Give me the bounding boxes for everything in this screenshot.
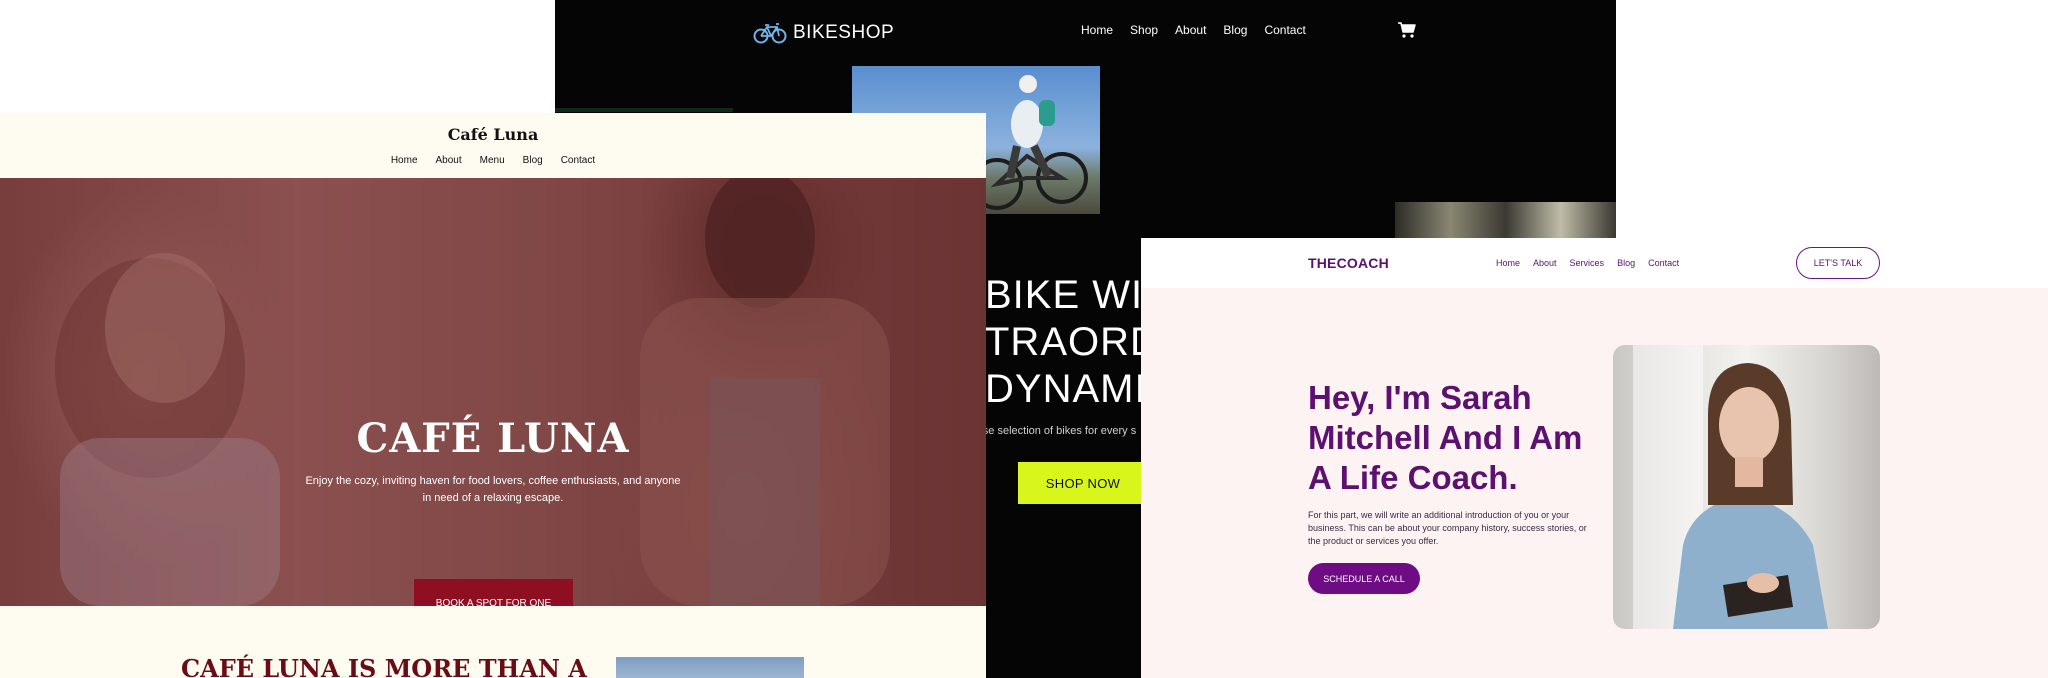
coach-headline: Hey, I'm Sarah Mitchell And I Am A Life … bbox=[1308, 379, 1583, 496]
coach-nav-services[interactable]: Services bbox=[1570, 258, 1605, 268]
thecoach-page: THECOACH Home About Services Blog Contac… bbox=[1141, 238, 2048, 678]
bikeshop-nav-shop[interactable]: Shop bbox=[1130, 23, 1158, 37]
coach-portrait-photo bbox=[1613, 345, 1880, 629]
coach-nav-about[interactable]: About bbox=[1533, 258, 1557, 268]
cafe-nav-home[interactable]: Home bbox=[391, 155, 418, 166]
coach-nav-blog[interactable]: Blog bbox=[1617, 258, 1635, 268]
bikeshop-nav-blog[interactable]: Blog bbox=[1223, 23, 1247, 37]
schedule-call-button[interactable]: SCHEDULE A CALL bbox=[1308, 563, 1420, 594]
cafe-nav-blog[interactable]: Blog bbox=[523, 155, 543, 166]
cafe-hero-image: CAFÉ LUNA Enjoy the cozy, inviting haven… bbox=[0, 178, 986, 606]
bikeshop-decor-strip bbox=[555, 108, 733, 112]
cafe-logo[interactable]: Café Luna bbox=[0, 125, 986, 144]
cafe-luna-page: Café Luna Home About Menu Blog Contact C… bbox=[0, 113, 986, 678]
cafe-hero-title: CAFÉ LUNA bbox=[356, 415, 630, 462]
bikeshop-hero-subtitle: erse selection of bikes for every s bbox=[973, 425, 1137, 437]
coach-intro: For this part, we will write an addition… bbox=[1308, 510, 1587, 546]
bikeshop-logo[interactable]: BIKESHOP bbox=[753, 22, 894, 44]
cart-icon[interactable] bbox=[1397, 21, 1417, 44]
shop-now-button[interactable]: SHOP NOW bbox=[1018, 462, 1148, 504]
coach-nav-contact[interactable]: Contact bbox=[1648, 258, 1679, 268]
bikeshop-logo-text: BIKESHOP bbox=[793, 22, 895, 43]
cafe-nav-about[interactable]: About bbox=[436, 155, 462, 166]
lets-talk-button[interactable]: LET'S TALK bbox=[1796, 247, 1880, 279]
bikeshop-secondary-photo bbox=[1395, 202, 1616, 238]
coach-header: THECOACH Home About Services Blog Contac… bbox=[1141, 238, 2048, 288]
bikeshop-nav-home[interactable]: Home bbox=[1081, 23, 1113, 37]
cafe-section-heading: CAFÉ LUNA IS MORE THAN A bbox=[181, 654, 587, 678]
template-collage: BIKESHOP Home Shop About Blog Contact BI… bbox=[0, 0, 2048, 678]
bikeshop-nav: Home Shop About Blog Contact bbox=[1081, 23, 1306, 37]
bicycle-icon bbox=[753, 23, 787, 44]
book-spot-button[interactable]: BOOK A SPOT FOR ONE bbox=[414, 579, 573, 606]
cafe-nav: Home About Menu Blog Contact bbox=[0, 155, 986, 166]
coach-nav-home[interactable]: Home bbox=[1496, 258, 1520, 268]
cafe-section-image bbox=[616, 657, 804, 678]
bikeshop-nav-about[interactable]: About bbox=[1175, 23, 1206, 37]
bikeshop-nav-contact[interactable]: Contact bbox=[1264, 23, 1305, 37]
cafe-nav-menu[interactable]: Menu bbox=[480, 155, 505, 166]
coach-nav: Home About Services Blog Contact bbox=[1496, 258, 1679, 268]
coach-logo[interactable]: THECOACH bbox=[1308, 255, 1389, 271]
cafe-hero-description: Enjoy the cozy, inviting haven for food … bbox=[305, 475, 681, 504]
cafe-nav-contact[interactable]: Contact bbox=[561, 155, 595, 166]
